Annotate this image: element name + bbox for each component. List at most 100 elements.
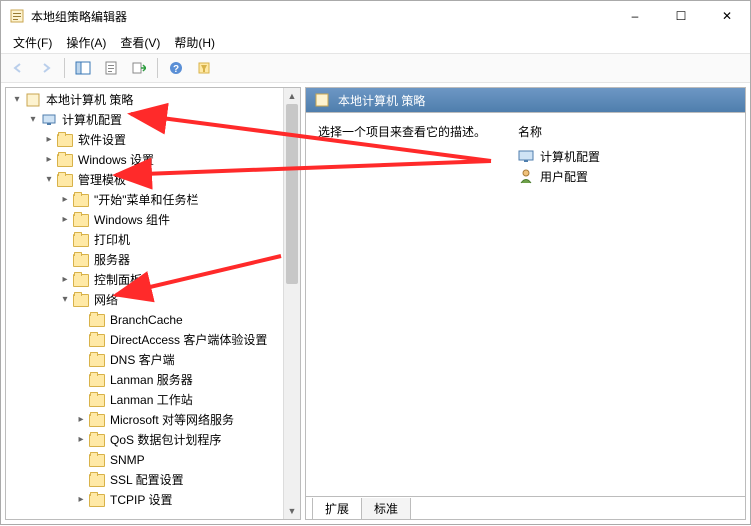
list-item-label: 计算机配置 [540, 148, 600, 165]
minimize-button[interactable]: – [612, 1, 658, 31]
scroll-up-button[interactable]: ▲ [284, 88, 300, 104]
menu-view[interactable]: 查看(V) [114, 32, 166, 53]
folder-icon [88, 494, 106, 507]
expand-icon[interactable]: ▸ [42, 130, 56, 150]
forward-button [33, 56, 59, 80]
tree-start-menu[interactable]: ▸"开始"菜单和任务栏 [6, 190, 283, 210]
folder-icon [56, 134, 74, 147]
tree[interactable]: ▾本地计算机 策略 ▾计算机配置 ▸软件设置 ▸Windows 设置 ▾管理模板… [6, 88, 283, 519]
expand-icon[interactable]: ▾ [10, 90, 24, 110]
tree-windows-settings[interactable]: ▸Windows 设置 [6, 150, 283, 170]
toolbar-sep [64, 58, 65, 78]
folder-icon [88, 374, 106, 387]
tree-qos[interactable]: ▸QoS 数据包计划程序 [6, 430, 283, 450]
toolbar: ? [1, 53, 750, 83]
folder-icon [56, 174, 74, 187]
detail-pane: 本地计算机 策略 选择一个项目来查看它的描述。 名称 计算机配置 用户配置 [305, 87, 746, 520]
folder-icon [88, 354, 106, 367]
tree-printers[interactable]: ▸打印机 [6, 230, 283, 250]
tree-admin-templates[interactable]: ▾管理模板 [6, 170, 283, 190]
list-item-computer-config[interactable]: 计算机配置 [518, 146, 733, 166]
tree-software-settings[interactable]: ▸软件设置 [6, 130, 283, 150]
folder-icon [72, 234, 90, 247]
expand-icon[interactable]: ▸ [58, 190, 72, 210]
tree-ssl-config[interactable]: ▸SSL 配置设置 [6, 470, 283, 490]
detail-description: 选择一个项目来查看它的描述。 [318, 123, 498, 486]
tree-computer-config[interactable]: ▾计算机配置 [6, 110, 283, 130]
computer-icon [518, 148, 534, 164]
tree-servers[interactable]: ▸服务器 [6, 250, 283, 270]
expand-icon[interactable]: ▾ [58, 290, 72, 310]
detail-body: 选择一个项目来查看它的描述。 名称 计算机配置 用户配置 [306, 113, 745, 496]
folder-icon [88, 394, 106, 407]
folder-icon [88, 334, 106, 347]
folder-icon [72, 254, 90, 267]
detail-tabs: 扩展 标准 [306, 496, 745, 519]
expand-icon[interactable]: ▸ [58, 210, 72, 230]
show-hide-tree-button[interactable] [70, 56, 96, 80]
folder-icon [72, 194, 90, 207]
tree-directaccess[interactable]: ▸DirectAccess 客户端体验设置 [6, 330, 283, 350]
folder-icon [88, 434, 106, 447]
folder-icon [88, 474, 106, 487]
tree-microsoft-p2p[interactable]: ▸Microsoft 对等网络服务 [6, 410, 283, 430]
tree-snmp[interactable]: ▸SNMP [6, 450, 283, 470]
tree-scrollbar[interactable]: ▲ ▼ [283, 88, 300, 519]
tree-branchcache[interactable]: ▸BranchCache [6, 310, 283, 330]
expand-icon[interactable]: ▸ [58, 270, 72, 290]
menubar: 文件(F) 操作(A) 查看(V) 帮助(H) [1, 31, 750, 53]
detail-list: 名称 计算机配置 用户配置 [518, 123, 733, 486]
folder-icon [56, 154, 74, 167]
menu-action[interactable]: 操作(A) [60, 32, 112, 53]
scroll-down-button[interactable]: ▼ [284, 503, 300, 519]
detail-header: 本地计算机 策略 [306, 88, 745, 113]
export-button[interactable] [126, 56, 152, 80]
list-item-user-config[interactable]: 用户配置 [518, 166, 733, 186]
list-item-label: 用户配置 [540, 168, 588, 185]
expand-icon[interactable]: ▸ [42, 150, 56, 170]
expand-icon[interactable]: ▾ [42, 170, 56, 190]
tree-network[interactable]: ▾网络 [6, 290, 283, 310]
tree-root[interactable]: ▾本地计算机 策略 [6, 90, 283, 110]
tree-pane: ▾本地计算机 策略 ▾计算机配置 ▸软件设置 ▸Windows 设置 ▾管理模板… [5, 87, 301, 520]
tree-lanman-server[interactable]: ▸Lanman 服务器 [6, 370, 283, 390]
folder-icon [72, 294, 90, 307]
titlebar: 本地组策略编辑器 – ☐ ✕ [1, 1, 750, 31]
folder-icon [88, 314, 106, 327]
maximize-button[interactable]: ☐ [658, 1, 704, 31]
detail-title: 本地计算机 策略 [338, 92, 425, 109]
column-name: 名称 [518, 123, 733, 140]
toolbar-sep-2 [157, 58, 158, 78]
menu-file[interactable]: 文件(F) [7, 32, 58, 53]
svg-text:?: ? [173, 64, 179, 75]
folder-icon [88, 454, 106, 467]
properties-button[interactable] [98, 56, 124, 80]
policy-icon [314, 92, 330, 108]
user-icon [518, 168, 534, 184]
tab-extended[interactable]: 扩展 [312, 498, 362, 520]
tree-dns-client[interactable]: ▸DNS 客户端 [6, 350, 283, 370]
back-button [5, 56, 31, 80]
policy-icon [24, 93, 42, 107]
scroll-track[interactable] [284, 104, 300, 503]
folder-icon [72, 274, 90, 287]
filter-button[interactable] [191, 56, 217, 80]
tree-control-panel[interactable]: ▸控制面板 [6, 270, 283, 290]
scroll-thumb[interactable] [286, 104, 298, 284]
window-title: 本地组策略编辑器 [31, 8, 612, 25]
tree-lanman-workstation[interactable]: ▸Lanman 工作站 [6, 390, 283, 410]
expand-icon[interactable]: ▸ [74, 410, 88, 430]
tree-tcpip[interactable]: ▸TCPIP 设置 [6, 490, 283, 510]
app-window: 本地组策略编辑器 – ☐ ✕ 文件(F) 操作(A) 查看(V) 帮助(H) ?… [0, 0, 751, 525]
body: ▾本地计算机 策略 ▾计算机配置 ▸软件设置 ▸Windows 设置 ▾管理模板… [1, 83, 750, 524]
expand-icon[interactable]: ▸ [74, 490, 88, 510]
folder-icon [88, 414, 106, 427]
close-button[interactable]: ✕ [704, 1, 750, 31]
tab-standard[interactable]: 标准 [361, 498, 411, 520]
help-button[interactable]: ? [163, 56, 189, 80]
expand-icon[interactable]: ▾ [26, 110, 40, 130]
expand-icon[interactable]: ▸ [74, 430, 88, 450]
folder-icon [72, 214, 90, 227]
tree-windows-components[interactable]: ▸Windows 组件 [6, 210, 283, 230]
menu-help[interactable]: 帮助(H) [168, 32, 221, 53]
